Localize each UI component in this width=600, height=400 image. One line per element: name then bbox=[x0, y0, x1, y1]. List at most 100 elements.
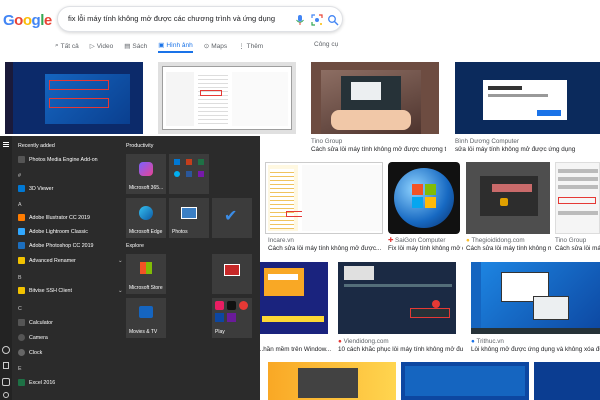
result-image[interactable] bbox=[268, 362, 396, 400]
search-box[interactable]: fix lỗi máy tính không mở được các chươn… bbox=[57, 6, 343, 32]
result-image[interactable] bbox=[455, 62, 600, 134]
tab-books[interactable]: ▤ Sách bbox=[124, 39, 147, 53]
search-tabs: ⌕ Tất cả ▷ Video ▤ Sách ▣ Hình ảnh ⊙ Maps ⋮ Th… bbox=[55, 39, 263, 53]
group-letter[interactable]: A bbox=[18, 202, 22, 208]
excel-icon bbox=[198, 159, 204, 165]
result-image[interactable] bbox=[338, 262, 456, 334]
tab-all[interactable]: ⌕ Tất cả bbox=[55, 39, 79, 53]
chevron-down-icon[interactable]: ⌄ bbox=[118, 288, 122, 294]
result-image[interactable] bbox=[401, 362, 529, 400]
app-lightroom[interactable]: Adobe Lightroom Classic bbox=[18, 228, 88, 235]
cube-icon bbox=[18, 185, 25, 192]
news-icon bbox=[224, 264, 240, 276]
search-icon[interactable] bbox=[327, 14, 339, 26]
result-source[interactable]: Tino Group bbox=[555, 237, 600, 244]
app-advanced-renamer[interactable]: Advanced Renamer ⌄ bbox=[18, 257, 122, 264]
result-image[interactable] bbox=[466, 162, 550, 234]
tools-button[interactable]: Công cụ bbox=[314, 41, 338, 48]
google-logo[interactable]: Google bbox=[3, 12, 52, 29]
result-source[interactable]: Bình Dương Computer bbox=[455, 138, 595, 145]
tab-video[interactable]: ▷ Video bbox=[90, 39, 114, 53]
result-title[interactable]: Cách sửa lỗi máy tí... bbox=[555, 245, 600, 252]
user-icon[interactable] bbox=[2, 346, 10, 354]
explore-heading: Explore bbox=[126, 243, 144, 249]
play-icon: ▷ bbox=[89, 43, 95, 50]
result-image[interactable] bbox=[158, 62, 296, 134]
app-icon bbox=[227, 313, 236, 322]
result-image[interactable] bbox=[471, 262, 600, 334]
tile-photos[interactable]: Photos bbox=[169, 198, 209, 238]
app-3d-viewer[interactable]: 3D Viewer bbox=[18, 185, 53, 192]
tab-maps[interactable]: ⊙ Maps bbox=[204, 39, 227, 53]
tile-microsoft-store[interactable]: Microsoft Store bbox=[126, 254, 166, 294]
excel-icon bbox=[18, 379, 25, 386]
result-title[interactable]: Lỗi không mở được ứng dụng và không xóa … bbox=[471, 346, 600, 353]
result-title[interactable]: 10 cách khắc phục lỗi máy tính không mở … bbox=[338, 346, 463, 353]
result-image[interactable] bbox=[388, 162, 460, 234]
tile-edge[interactable]: Microsoft Edge bbox=[126, 198, 166, 238]
result-title[interactable]: Cách sửa lỗi máy tính không mở được... bbox=[268, 245, 383, 252]
document-icon[interactable] bbox=[3, 362, 9, 369]
result-title[interactable]: Fix lỗi máy tính không mở được ứng dụng.… bbox=[388, 245, 463, 252]
app-illustrator[interactable]: Adobe Illustrator CC 2019 bbox=[18, 214, 90, 221]
group-letter[interactable]: # bbox=[18, 173, 21, 179]
group-letter[interactable]: E bbox=[18, 366, 22, 372]
tab-more[interactable]: ⋮ Thêm bbox=[238, 39, 263, 53]
app-photoshop[interactable]: Adobe Photoshop CC 2019 bbox=[18, 242, 94, 249]
photoshop-icon bbox=[18, 242, 25, 249]
lens-icon[interactable] bbox=[311, 14, 323, 26]
result-source[interactable]: ● Thegioididong.com bbox=[466, 237, 551, 244]
favicon-icon: ● bbox=[471, 338, 475, 345]
result-image[interactable] bbox=[534, 362, 600, 400]
browser-page: Google fix lỗi máy tính không mở được cá… bbox=[0, 0, 600, 400]
map-pin-icon: ⊙ bbox=[203, 43, 210, 50]
app-clock[interactable]: Clock bbox=[18, 349, 42, 356]
search-input[interactable]: fix lỗi máy tính không mở được các chươn… bbox=[68, 14, 275, 23]
favicon-icon: ● bbox=[466, 237, 470, 244]
tile-movies-tv[interactable]: Movies & TV bbox=[126, 298, 166, 338]
favicon-icon: ✚ bbox=[388, 237, 394, 244]
result-title[interactable]: Cách sửa lỗi máy tính không mở... bbox=[466, 245, 551, 252]
hamburger-icon[interactable] bbox=[3, 142, 9, 143]
result-image[interactable] bbox=[5, 62, 143, 134]
result-title[interactable]: ...hần mềm trên Window... bbox=[258, 346, 333, 353]
result-source[interactable]: Tino Group bbox=[311, 138, 441, 145]
power-icon[interactable] bbox=[3, 392, 9, 398]
result-source[interactable]: ● Viendidong.com bbox=[338, 338, 458, 345]
app-list: Recently added Photos Media Engine Add-o… bbox=[14, 136, 122, 400]
result-source[interactable]: ● Trithuc.vn bbox=[471, 338, 591, 345]
chevron-down-icon[interactable]: ⌄ bbox=[118, 258, 122, 264]
result-title[interactable]: sửa lỗi máy tính không mở được ứng dụng bbox=[455, 146, 600, 153]
illustrator-icon bbox=[18, 214, 25, 221]
tile-play[interactable]: Play bbox=[212, 298, 252, 338]
folder-icon bbox=[18, 287, 25, 294]
result-source[interactable]: Incare.vn bbox=[268, 237, 383, 244]
result-source[interactable]: ✚ SaiGon Computer bbox=[388, 237, 463, 244]
app-bitvise[interactable]: Bitvise SSH Client ⌄ bbox=[18, 287, 122, 294]
tile-microsoft-365[interactable]: Microsoft 365... bbox=[126, 154, 166, 194]
clock-icon bbox=[18, 349, 25, 356]
tile-news[interactable] bbox=[212, 254, 252, 294]
group-letter[interactable]: C bbox=[18, 306, 22, 312]
more-vert-icon: ⋮ bbox=[238, 43, 245, 50]
tile-app-folder[interactable] bbox=[169, 154, 209, 194]
word-icon bbox=[186, 171, 192, 177]
result-title[interactable]: Cách sửa lỗi máy tính không mở được chươ… bbox=[311, 146, 446, 153]
app-camera[interactable]: Camera bbox=[18, 334, 48, 341]
microphone-icon[interactable] bbox=[294, 14, 306, 26]
app-calculator[interactable]: Calculator bbox=[18, 319, 53, 326]
result-image[interactable] bbox=[258, 262, 328, 334]
start-rail bbox=[0, 136, 12, 400]
result-image[interactable] bbox=[265, 162, 383, 234]
app-excel[interactable]: Excel 2016 bbox=[18, 379, 55, 386]
group-letter[interactable]: B bbox=[18, 275, 22, 281]
result-image[interactable] bbox=[311, 62, 439, 134]
store-icon bbox=[140, 262, 152, 274]
tile-todo[interactable]: ✔ bbox=[212, 198, 252, 238]
book-icon: ▤ bbox=[124, 43, 131, 50]
result-image[interactable] bbox=[555, 162, 600, 234]
start-menu: Recently added Photos Media Engine Add-o… bbox=[0, 136, 260, 400]
tab-images[interactable]: ▣ Hình ảnh bbox=[158, 39, 193, 53]
photo-icon[interactable] bbox=[2, 378, 10, 386]
app-photos-media-engine[interactable]: Photos Media Engine Add-on bbox=[18, 156, 98, 163]
